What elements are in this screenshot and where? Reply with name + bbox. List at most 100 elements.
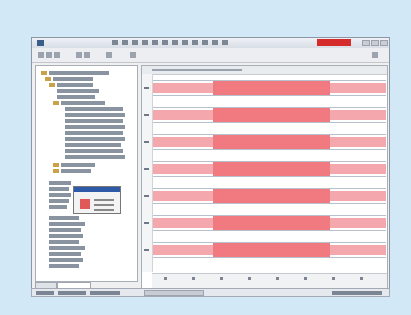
taskbar-item[interactable]: [58, 291, 86, 295]
band-segment-light[interactable]: [153, 245, 213, 255]
tree-item[interactable]: [49, 193, 71, 197]
tree-item[interactable]: [49, 240, 79, 244]
menu-item[interactable]: [132, 40, 138, 45]
row-label: [144, 168, 149, 170]
tree-item[interactable]: [49, 264, 79, 268]
menu-item[interactable]: [202, 40, 208, 45]
menu-item[interactable]: [162, 40, 168, 45]
band-segment-strong[interactable]: [213, 135, 330, 149]
tree-item[interactable]: [49, 252, 81, 256]
band-segment-light[interactable]: [153, 110, 213, 120]
band-row[interactable]: [153, 215, 386, 231]
time-tick: [192, 277, 195, 280]
row-label: [144, 87, 149, 89]
timeline-chart[interactable]: [141, 65, 388, 290]
band-row[interactable]: [153, 242, 386, 258]
band-row[interactable]: [153, 188, 386, 204]
band-segment-light[interactable]: [330, 83, 386, 93]
menu-item[interactable]: [222, 40, 228, 45]
band-segment-light[interactable]: [330, 137, 386, 147]
band-segment-strong[interactable]: [213, 243, 330, 257]
folder-icon: [49, 83, 55, 87]
band-segment-strong[interactable]: [213, 81, 330, 95]
tree-item[interactable]: [53, 77, 93, 81]
menu-item[interactable]: [172, 40, 178, 45]
color-swatch[interactable]: [80, 199, 90, 209]
tree-item[interactable]: [65, 155, 125, 159]
row-axis: [142, 74, 153, 272]
menu-item[interactable]: [122, 40, 128, 45]
band-segment-strong[interactable]: [213, 189, 330, 203]
tree-item[interactable]: [65, 137, 125, 141]
band-segment-light[interactable]: [330, 191, 386, 201]
tree-item[interactable]: [65, 113, 125, 117]
band-row[interactable]: [153, 134, 386, 150]
tree-item[interactable]: [65, 131, 123, 135]
menu-item[interactable]: [142, 40, 148, 45]
tree-item[interactable]: [49, 187, 69, 191]
menu-item[interactable]: [112, 40, 118, 45]
tree-item[interactable]: [49, 258, 83, 262]
tree-item[interactable]: [49, 216, 79, 220]
band-row[interactable]: [153, 107, 386, 123]
tree-item[interactable]: [49, 222, 85, 226]
toolbar-button[interactable]: [372, 52, 378, 58]
toolbar-button[interactable]: [106, 52, 112, 58]
tree-item[interactable]: [57, 83, 93, 87]
toolbar-button[interactable]: [38, 52, 44, 58]
tree-item[interactable]: [65, 143, 121, 147]
menu-item[interactable]: [192, 40, 198, 45]
tree-panel[interactable]: [35, 65, 138, 282]
band-segment-light[interactable]: [153, 83, 213, 93]
tree-item[interactable]: [49, 234, 83, 238]
band-row[interactable]: [153, 161, 386, 177]
tree-item[interactable]: [61, 163, 95, 167]
maximize-icon[interactable]: [371, 40, 379, 46]
time-tick: [220, 277, 223, 280]
tree-item[interactable]: [49, 205, 67, 209]
toolbar-button[interactable]: [46, 52, 52, 58]
time-tick: [332, 277, 335, 280]
band-segment-light[interactable]: [330, 218, 386, 228]
tree-item[interactable]: [65, 119, 123, 123]
tree-item[interactable]: [61, 169, 91, 173]
band-segment-light[interactable]: [330, 110, 386, 120]
tree-item[interactable]: [49, 246, 85, 250]
tree-item[interactable]: [65, 125, 125, 129]
toolbar-button[interactable]: [130, 52, 136, 58]
tree-item[interactable]: [49, 199, 69, 203]
menu-item[interactable]: [182, 40, 188, 45]
tree-item[interactable]: [57, 89, 99, 93]
band-segment-light[interactable]: [153, 218, 213, 228]
toolbar-button[interactable]: [54, 52, 60, 58]
tree-item[interactable]: [65, 107, 123, 111]
properties-popup[interactable]: [73, 186, 121, 214]
taskbar-item[interactable]: [90, 291, 120, 295]
close-icon[interactable]: [380, 40, 388, 46]
tree-item[interactable]: [57, 95, 95, 99]
popup-title-bar[interactable]: [74, 187, 120, 192]
band-segment-light[interactable]: [153, 137, 213, 147]
start-button[interactable]: [36, 291, 54, 295]
tree-item[interactable]: [65, 149, 123, 153]
band-segment-strong[interactable]: [213, 108, 330, 122]
band-segment-light[interactable]: [330, 164, 386, 174]
tree-item[interactable]: [61, 101, 105, 105]
band-row[interactable]: [153, 80, 386, 96]
band-segment-strong[interactable]: [213, 216, 330, 230]
minimize-icon[interactable]: [362, 40, 370, 46]
taskbar-app-button[interactable]: [144, 290, 204, 296]
tree-item[interactable]: [49, 71, 109, 75]
tree-item[interactable]: [49, 228, 81, 232]
band-segment-light[interactable]: [153, 191, 213, 201]
popup-line: [94, 199, 114, 201]
band-segment-light[interactable]: [330, 245, 386, 255]
folder-icon: [53, 101, 59, 105]
band-segment-strong[interactable]: [213, 162, 330, 176]
tree-item[interactable]: [49, 181, 71, 185]
band-segment-light[interactable]: [153, 164, 213, 174]
menu-item[interactable]: [212, 40, 218, 45]
menu-item[interactable]: [152, 40, 158, 45]
toolbar-button[interactable]: [76, 52, 82, 58]
toolbar-button[interactable]: [84, 52, 90, 58]
